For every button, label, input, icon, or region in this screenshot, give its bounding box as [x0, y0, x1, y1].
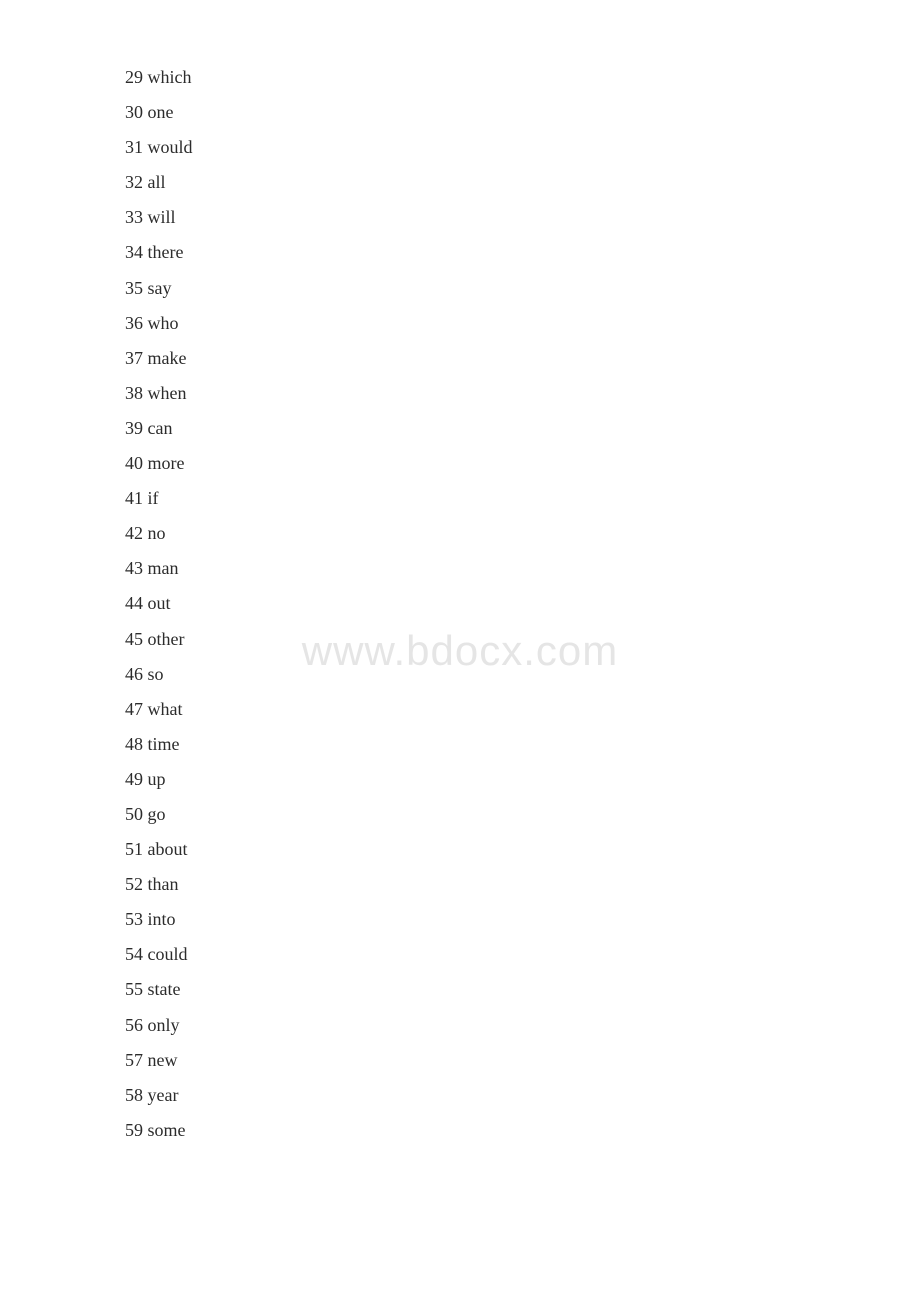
- list-item: 52 than: [125, 867, 920, 902]
- list-item: 58 year: [125, 1078, 920, 1113]
- list-item: 56 only: [125, 1008, 920, 1043]
- list-item: 34 there: [125, 235, 920, 270]
- list-item: 57 new: [125, 1043, 920, 1078]
- list-item: 33 will: [125, 200, 920, 235]
- list-item: 51 about: [125, 832, 920, 867]
- list-item: 30 one: [125, 95, 920, 130]
- list-item: 48 time: [125, 727, 920, 762]
- list-item: 54 could: [125, 937, 920, 972]
- list-item: 50 go: [125, 797, 920, 832]
- list-item: 46 so: [125, 657, 920, 692]
- list-item: 31 would: [125, 130, 920, 165]
- list-item: 59 some: [125, 1113, 920, 1148]
- list-item: 32 all: [125, 165, 920, 200]
- list-item: 36 who: [125, 306, 920, 341]
- list-item: 41 if: [125, 481, 920, 516]
- list-item: 53 into: [125, 902, 920, 937]
- list-item: 37 make: [125, 341, 920, 376]
- list-item: 43 man: [125, 551, 920, 586]
- list-item: 45 other: [125, 622, 920, 657]
- list-item: 44 out: [125, 586, 920, 621]
- list-item: 39 can: [125, 411, 920, 446]
- list-item: 29 which: [125, 60, 920, 95]
- list-item: 49 up: [125, 762, 920, 797]
- list-item: 47 what: [125, 692, 920, 727]
- word-list: 29 which30 one31 would32 all33 will34 th…: [0, 0, 920, 1208]
- list-item: 55 state: [125, 972, 920, 1007]
- list-item: 40 more: [125, 446, 920, 481]
- list-item: 35 say: [125, 271, 920, 306]
- list-item: 42 no: [125, 516, 920, 551]
- list-item: 38 when: [125, 376, 920, 411]
